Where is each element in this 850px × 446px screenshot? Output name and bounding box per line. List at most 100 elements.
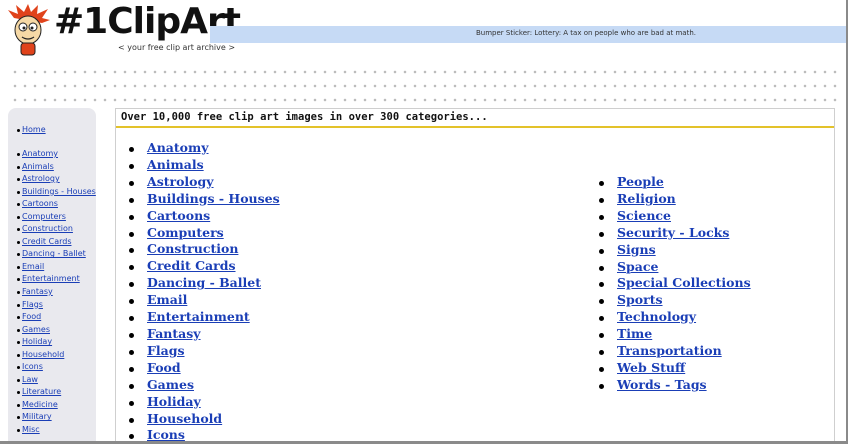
category-link[interactable]: Words - Tags <box>617 377 707 392</box>
category-link[interactable]: Credit Cards <box>147 258 236 273</box>
category-item-holiday[interactable]: Holiday <box>116 394 280 411</box>
category-link[interactable]: Religion <box>617 191 676 206</box>
category-link[interactable]: Buildings - Houses <box>147 191 280 206</box>
category-item-web-stuff[interactable]: Web Stuff <box>586 360 751 377</box>
category-item-transportation[interactable]: Transportation <box>586 343 751 360</box>
sidebar-item-entertainment[interactable]: Entertainment <box>8 273 96 286</box>
sidebar-item-home[interactable]: Home <box>8 124 46 137</box>
category-link[interactable]: Construction <box>17 224 73 233</box>
category-link[interactable]: Signs <box>617 242 656 257</box>
category-link[interactable]: Anatomy <box>147 140 209 155</box>
category-link[interactable]: Law <box>17 375 38 384</box>
category-link[interactable]: Games <box>17 325 50 334</box>
category-item-religion[interactable]: Religion <box>586 191 751 208</box>
category-item-space[interactable]: Space <box>586 259 751 276</box>
sidebar-item-fantasy[interactable]: Fantasy <box>8 286 96 299</box>
category-link[interactable]: Buildings - Houses <box>17 187 96 196</box>
category-link[interactable]: Misc <box>17 425 40 434</box>
category-link[interactable]: Animals <box>147 157 204 172</box>
category-item-computers[interactable]: Computers <box>116 225 280 242</box>
sidebar-item-buildings-houses[interactable]: Buildings - Houses <box>8 186 96 199</box>
category-item-sports[interactable]: Sports <box>586 292 751 309</box>
category-item-flags[interactable]: Flags <box>116 343 280 360</box>
category-link[interactable]: Space <box>617 259 658 274</box>
category-item-food[interactable]: Food <box>116 360 280 377</box>
sidebar-item-animals[interactable]: Animals <box>8 161 96 174</box>
category-item-email[interactable]: Email <box>116 292 280 309</box>
category-link[interactable]: Fantasy <box>17 287 53 296</box>
category-link[interactable]: Dancing - Ballet <box>147 275 261 290</box>
sidebar-item-cartoons[interactable]: Cartoons <box>8 198 96 211</box>
sidebar-item-anatomy[interactable]: Anatomy <box>8 148 96 161</box>
category-item-dancing-ballet[interactable]: Dancing - Ballet <box>116 275 280 292</box>
category-link[interactable]: Literature <box>17 387 61 396</box>
category-link[interactable]: Medicine <box>17 400 58 409</box>
category-item-security-locks[interactable]: Security - Locks <box>586 225 751 242</box>
category-link[interactable]: Computers <box>147 225 224 240</box>
category-item-games[interactable]: Games <box>116 377 280 394</box>
category-link[interactable]: Sports <box>617 292 663 307</box>
category-item-people[interactable]: People <box>586 174 751 191</box>
category-link[interactable]: Security - Locks <box>617 225 729 240</box>
category-link[interactable]: Web Stuff <box>617 360 685 375</box>
category-link[interactable]: Anatomy <box>17 149 58 158</box>
sidebar-item-flags[interactable]: Flags <box>8 299 96 312</box>
category-link[interactable]: Astrology <box>147 174 214 189</box>
sidebar-item-literature[interactable]: Literature <box>8 386 96 399</box>
category-item-household[interactable]: Household <box>116 411 280 428</box>
category-item-fantasy[interactable]: Fantasy <box>116 326 280 343</box>
category-link[interactable]: Entertainment <box>147 309 250 324</box>
category-link[interactable]: Technology <box>617 309 696 324</box>
category-link[interactable]: Household <box>17 350 64 359</box>
category-link[interactable]: Fantasy <box>147 326 201 341</box>
sidebar-item-military[interactable]: Military <box>8 411 96 424</box>
category-item-technology[interactable]: Technology <box>586 309 751 326</box>
category-link[interactable]: Flags <box>17 300 43 309</box>
category-link[interactable]: Special Collections <box>617 275 751 290</box>
category-link[interactable]: Email <box>147 292 187 307</box>
category-item-astrology[interactable]: Astrology <box>116 174 280 191</box>
category-link[interactable]: Science <box>617 208 671 223</box>
category-link[interactable]: Animals <box>17 162 54 171</box>
category-link[interactable]: Flags <box>147 343 185 358</box>
category-link[interactable]: Dancing - Ballet <box>17 249 86 258</box>
sidebar-item-credit-cards[interactable]: Credit Cards <box>8 236 96 249</box>
category-item-buildings-houses[interactable]: Buildings - Houses <box>116 191 280 208</box>
category-item-science[interactable]: Science <box>586 208 751 225</box>
sidebar-item-food[interactable]: Food <box>8 311 96 324</box>
category-link[interactable]: Time <box>617 326 652 341</box>
category-link[interactable]: Construction <box>147 241 238 256</box>
category-link[interactable]: Household <box>147 411 222 426</box>
category-link[interactable]: Cartoons <box>147 208 210 223</box>
category-item-cartoons[interactable]: Cartoons <box>116 208 280 225</box>
category-link[interactable]: Games <box>147 377 194 392</box>
category-link[interactable]: Holiday <box>147 394 201 409</box>
sidebar-item-email[interactable]: Email <box>8 261 96 274</box>
category-link[interactable]: Icons <box>147 427 185 441</box>
sidebar-item-law[interactable]: Law <box>8 374 96 387</box>
sidebar-item-icons[interactable]: Icons <box>8 361 96 374</box>
category-link[interactable]: Icons <box>17 362 43 371</box>
sidebar-item-dancing-ballet[interactable]: Dancing - Ballet <box>8 248 96 261</box>
category-link[interactable]: Food <box>17 312 41 321</box>
sidebar-item-misc[interactable]: Misc <box>8 424 96 437</box>
sidebar-item-household[interactable]: Household <box>8 349 96 362</box>
category-link[interactable]: Computers <box>17 212 66 221</box>
sidebar-item-medicine[interactable]: Medicine <box>8 399 96 412</box>
category-link[interactable]: Email <box>17 262 44 271</box>
category-item-special-collections[interactable]: Special Collections <box>586 275 751 292</box>
category-link[interactable]: Entertainment <box>17 274 80 283</box>
category-item-anatomy[interactable]: Anatomy <box>116 140 280 157</box>
category-item-signs[interactable]: Signs <box>586 242 751 259</box>
sidebar-item-games[interactable]: Games <box>8 324 96 337</box>
category-link[interactable]: Astrology <box>17 174 60 183</box>
sidebar-item-construction[interactable]: Construction <box>8 223 96 236</box>
category-link[interactable]: Military <box>17 412 52 421</box>
sidebar-item-astrology[interactable]: Astrology <box>8 173 96 186</box>
category-item-icons[interactable]: Icons <box>116 427 280 441</box>
category-link[interactable]: Holiday <box>17 337 52 346</box>
category-item-construction[interactable]: Construction <box>116 241 280 258</box>
sidebar-item-computers[interactable]: Computers <box>8 211 96 224</box>
category-link[interactable]: People <box>617 174 664 189</box>
category-item-entertainment[interactable]: Entertainment <box>116 309 280 326</box>
